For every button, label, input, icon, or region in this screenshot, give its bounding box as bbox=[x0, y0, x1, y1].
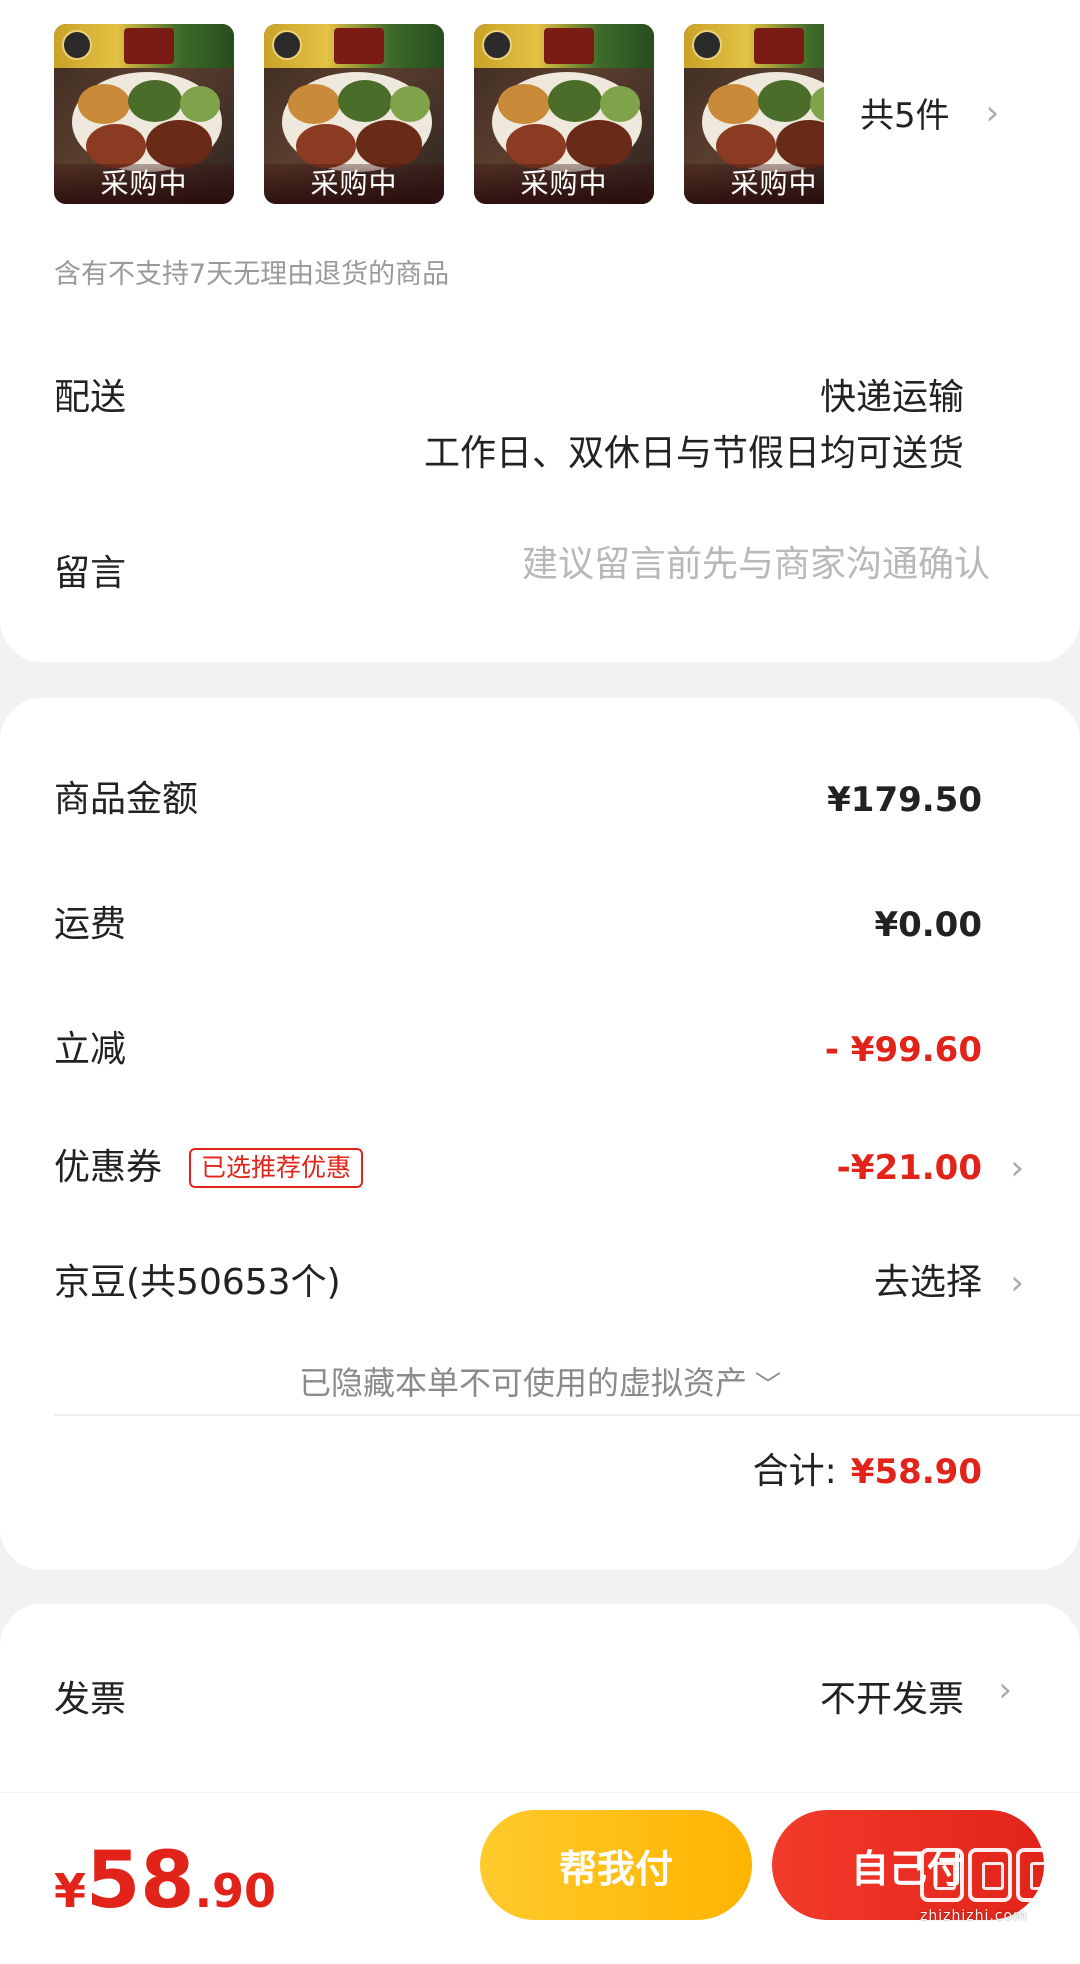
chevron-right-icon[interactable]: › bbox=[998, 1670, 1012, 1710]
food-item-image bbox=[288, 84, 340, 124]
chevron-right-icon: › bbox=[1010, 1148, 1024, 1188]
product-thumbnail[interactable]: 采购中 bbox=[54, 24, 234, 204]
instant-discount-label: 立减 bbox=[54, 1029, 127, 1070]
watermark-glyph bbox=[968, 1848, 1012, 1902]
divider bbox=[54, 1414, 1080, 1416]
site-watermark: zhizhizhi.com bbox=[920, 1848, 1070, 1938]
food-item-image bbox=[548, 80, 602, 122]
brand-logo-icon bbox=[482, 30, 512, 60]
delivery-time[interactable]: 工作日、双休日与节假日均可送货 bbox=[424, 424, 964, 476]
recommended-coupon-badge: 已选推荐优惠 bbox=[189, 1148, 364, 1188]
coupon-label: 优惠券 bbox=[54, 1147, 163, 1188]
item-count-link[interactable]: 共5件 › bbox=[860, 88, 999, 137]
food-item-image bbox=[506, 124, 566, 168]
order-total-label: 合计: bbox=[752, 1451, 837, 1492]
food-item-image bbox=[600, 86, 640, 122]
food-item-image bbox=[498, 84, 550, 124]
product-thumbnail[interactable]: 采购中 bbox=[264, 24, 444, 204]
payable-amount-decimal: .90 bbox=[194, 1864, 277, 1918]
jd-beans-label: 京豆(共50653个) bbox=[54, 1262, 341, 1303]
product-thumbnail[interactable]: 采购中 bbox=[474, 24, 654, 204]
help-me-pay-button[interactable]: 帮我付 bbox=[480, 1810, 752, 1920]
shipping-fee-label: 运费 bbox=[54, 904, 127, 945]
instant-discount-value: - ¥99.60 bbox=[824, 1030, 982, 1070]
invoice-label: 发票 bbox=[54, 1679, 127, 1720]
food-item-image bbox=[566, 120, 632, 168]
message-input[interactable] bbox=[420, 544, 990, 585]
food-item-image bbox=[338, 80, 392, 122]
shipping-fee-row: 运费 ¥0.00 bbox=[54, 895, 982, 955]
currency-symbol: ¥ bbox=[54, 1864, 87, 1918]
payable-amount: ¥58.90 bbox=[54, 1836, 276, 1926]
product-thumbnail[interactable]: 采购中 bbox=[684, 24, 824, 204]
jd-beans-row[interactable]: 京豆(共50653个) 去选择 › bbox=[54, 1253, 1024, 1313]
product-thumbnail-strip[interactable]: 采购中 采购中 采购中 采购中 bbox=[54, 24, 824, 204]
purchasing-status-label: 采购中 bbox=[474, 164, 654, 204]
item-count-label: 共5件 bbox=[860, 96, 950, 136]
food-item-image bbox=[128, 80, 182, 122]
chevron-right-icon: › bbox=[1010, 1263, 1024, 1303]
chevron-down-icon: ﹀ bbox=[755, 1371, 782, 1401]
goods-amount-row: 商品金额 ¥179.50 bbox=[54, 770, 982, 830]
invoice-value[interactable]: 不开发票 bbox=[820, 1670, 964, 1722]
food-item-image bbox=[716, 124, 776, 168]
watermark-text: zhizhizhi.com bbox=[920, 1908, 1028, 1924]
message-label: 留言 bbox=[54, 553, 127, 594]
delivery-label: 配送 bbox=[54, 377, 127, 418]
food-item-image bbox=[180, 86, 220, 122]
watermark-glyph bbox=[920, 1848, 964, 1902]
payable-amount-integer: 58 bbox=[86, 1836, 195, 1926]
food-item-image bbox=[78, 84, 130, 124]
food-item-image bbox=[390, 86, 430, 122]
brand-logo-icon bbox=[62, 30, 92, 60]
chevron-right-icon: › bbox=[985, 92, 1000, 133]
brand-logo-icon bbox=[272, 30, 302, 60]
order-total: 合计: ¥58.90 bbox=[753, 1442, 982, 1494]
order-items-card: 采购中 采购中 采购中 采购中 共5件 › 含有不支持7天无理由退货的商品 配送… bbox=[0, 0, 1080, 662]
food-item-image bbox=[356, 120, 422, 168]
delivery-method[interactable]: 快递运输 bbox=[820, 368, 964, 420]
goods-amount-label: 商品金额 bbox=[54, 779, 199, 820]
brand-logo-icon bbox=[692, 30, 722, 60]
coupon-value: -¥21.00 bbox=[836, 1148, 982, 1188]
purchasing-status-label: 采购中 bbox=[54, 164, 234, 204]
hidden-assets-label: 已隐藏本单不可使用的虚拟资产 bbox=[298, 1364, 747, 1402]
watermark-glyph bbox=[1016, 1848, 1060, 1902]
purchasing-status-label: 采购中 bbox=[264, 164, 444, 204]
return-policy-note: 含有不支持7天无理由退货的商品 bbox=[54, 259, 450, 290]
hidden-assets-toggle[interactable]: 已隐藏本单不可使用的虚拟资产 ﹀ bbox=[0, 1358, 1080, 1404]
instant-discount-row: 立减 - ¥99.60 bbox=[54, 1020, 982, 1080]
jd-beans-select[interactable]: 去选择 bbox=[874, 1253, 982, 1313]
goods-amount-value: ¥179.50 bbox=[827, 780, 982, 820]
watermark-logo-icon bbox=[920, 1848, 1070, 1902]
shipping-fee-value: ¥0.00 bbox=[874, 905, 982, 945]
purchasing-status-label: 采购中 bbox=[684, 164, 824, 204]
order-total-value: ¥58.90 bbox=[850, 1452, 982, 1492]
food-item-image bbox=[708, 84, 760, 124]
coupon-row[interactable]: 优惠券 已选推荐优惠 -¥21.00 › bbox=[54, 1138, 1024, 1198]
food-item-image bbox=[296, 124, 356, 168]
food-item-image bbox=[758, 80, 812, 122]
food-item-image bbox=[146, 120, 212, 168]
food-item-image bbox=[86, 124, 146, 168]
